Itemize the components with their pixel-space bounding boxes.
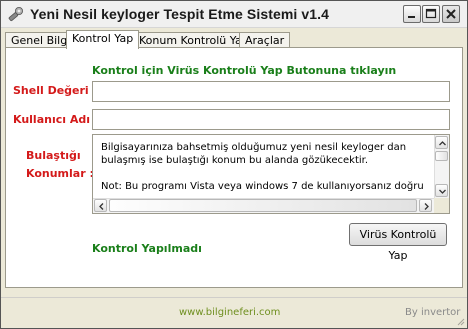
maximize-icon [425, 8, 437, 19]
chevron-down-icon [439, 189, 446, 194]
close-button[interactable] [442, 5, 460, 23]
locations-label-line1: Bulaştığı [26, 149, 81, 162]
title-bar[interactable]: Yeni Nesil keyloger Tespit Etme Sistemi … [1, 1, 467, 28]
virus-scan-button[interactable]: Virüs Kontrolü Yap [349, 223, 447, 262]
website-link[interactable]: www.bilgineferi.com [179, 307, 280, 318]
scroll-corner [434, 198, 449, 213]
minimize-button[interactable] [403, 5, 421, 23]
resize-grip-icon[interactable] [455, 316, 465, 326]
tab-kontrol-yap[interactable]: Kontrol Yap [66, 30, 140, 49]
minimize-icon [408, 16, 415, 18]
chevron-up-icon [439, 141, 446, 146]
wrench-icon [7, 6, 24, 23]
locations-textarea[interactable]: Bilgisayarınıza bahsetmiş olduğumuz yeni… [92, 134, 450, 214]
app-window: Yeni Nesil keyloger Tespit Etme Sistemi … [0, 0, 468, 329]
tab-araclar[interactable]: Araçlar [239, 32, 291, 48]
vertical-scrollbar[interactable] [434, 135, 449, 199]
user-label: Kullanıcı Adı : [13, 113, 99, 126]
chevron-left-icon [99, 203, 104, 210]
instruction-text: Kontrol için Virüs Kontrolü Yap Butonuna… [92, 64, 397, 77]
horizontal-scrollbar[interactable] [93, 198, 434, 213]
locations-text: Bilgisayarınıza bahsetmiş olduğumuz yeni… [101, 142, 424, 192]
chevron-right-icon [424, 203, 429, 210]
author-credit: By invertor [405, 307, 461, 318]
horizontal-scroll-thumb[interactable] [109, 199, 417, 212]
close-icon [446, 9, 456, 19]
tab-panel: Kontrol için Virüs Kontrolü Yap Butonuna… [5, 47, 463, 288]
footer-bar: www.bilgineferi.com By invertor [1, 297, 467, 328]
locations-label-line2: Konumlar : [26, 167, 94, 180]
vertical-scroll-thumb[interactable] [435, 151, 448, 161]
tab-konum-kontrolu-yap[interactable]: Konum Kontrolü Yap [133, 32, 255, 48]
scroll-left-button[interactable] [94, 199, 107, 212]
scroll-down-button[interactable] [435, 184, 448, 197]
scroll-right-button[interactable] [419, 199, 432, 212]
maximize-button[interactable] [422, 5, 440, 23]
window-title: Yeni Nesil keyloger Tespit Etme Sistemi … [30, 6, 330, 22]
scroll-up-button[interactable] [435, 136, 448, 149]
user-name-field[interactable] [92, 109, 450, 130]
scan-status: Kontrol Yapılmadı [92, 242, 202, 255]
tab-strip: Genel Bilgi Kontrol Yap Konum Kontrolü Y… [5, 30, 465, 49]
shell-label: Shell Değeri : [13, 84, 97, 97]
shell-value-field[interactable] [92, 81, 450, 102]
